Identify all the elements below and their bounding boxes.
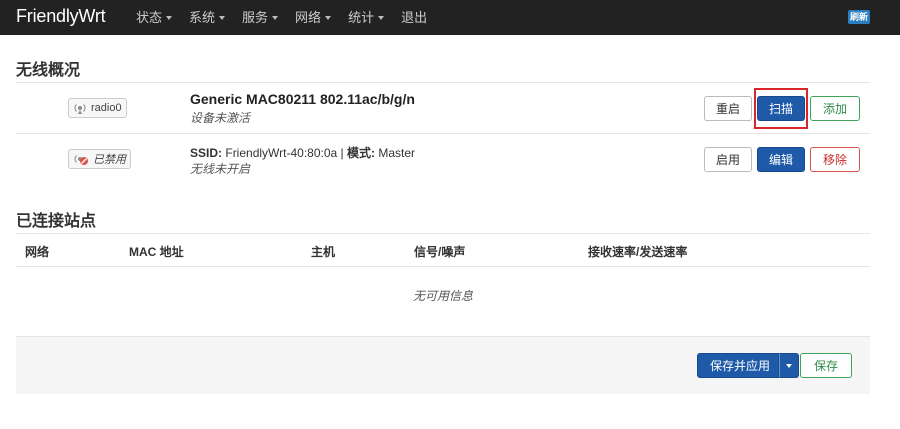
save-apply-dropdown-toggle[interactable] bbox=[779, 353, 800, 378]
divider bbox=[16, 82, 870, 83]
caret-down-icon bbox=[166, 15, 173, 20]
info-separator: | bbox=[340, 146, 344, 160]
nav-item-network[interactable]: 网络 bbox=[295, 0, 332, 35]
top-navbar: FriendlyWrt 状态 系统 服务 网络 统计 退出 刷新 bbox=[0, 0, 900, 35]
remove-button[interactable]: 移除 bbox=[810, 147, 860, 172]
ssid-value: FriendlyWrt-40:80:0a bbox=[225, 146, 338, 160]
network-device-badge: 已禁用 bbox=[68, 149, 131, 169]
add-button[interactable]: 添加 bbox=[810, 96, 860, 121]
nav-label: 网络 bbox=[295, 10, 322, 25]
col-rx-tx-rate: 接收速率/发送速率 bbox=[588, 245, 688, 259]
network-badge-label: 已禁用 bbox=[93, 154, 126, 166]
refresh-badge[interactable]: 刷新 bbox=[848, 10, 870, 24]
caret-down-icon bbox=[272, 15, 279, 20]
caret-down-icon bbox=[378, 15, 385, 20]
col-signal-noise: 信号/噪声 bbox=[414, 245, 466, 259]
nav-label: 统计 bbox=[348, 10, 375, 25]
save-button[interactable]: 保存 bbox=[800, 353, 852, 378]
col-network: 网络 bbox=[25, 245, 50, 259]
no-info-message: 无可用信息 bbox=[412, 289, 473, 303]
caret-down-icon bbox=[786, 363, 793, 368]
nav-label: 状态 bbox=[136, 10, 163, 25]
nav-label: 服务 bbox=[242, 10, 269, 25]
restart-button[interactable]: 重启 bbox=[704, 96, 752, 121]
col-mac-address: MAC 地址 bbox=[129, 245, 184, 259]
associated-stations-heading: 已连接站点 bbox=[16, 213, 97, 230]
save-apply-split-button: 保存并应用 bbox=[697, 353, 800, 378]
nav-item-statistics[interactable]: 统计 bbox=[348, 0, 385, 35]
divider bbox=[16, 133, 870, 134]
mode-label: 模式: bbox=[347, 146, 375, 160]
radio-status: 设备未激活 bbox=[190, 111, 251, 125]
stations-table-header: 网络 MAC 地址 主机 信号/噪声 接收速率/发送速率 bbox=[16, 233, 870, 267]
nav-item-status[interactable]: 状态 bbox=[136, 0, 173, 35]
caret-down-icon bbox=[219, 15, 226, 20]
radio-badge-label: radio0 bbox=[91, 102, 122, 114]
mode-value: Master bbox=[378, 146, 416, 160]
save-apply-button[interactable]: 保存并应用 bbox=[697, 353, 780, 378]
nav-item-system[interactable]: 系统 bbox=[189, 0, 226, 35]
nav-label: 退出 bbox=[401, 10, 428, 25]
radio-device-badge: radio0 bbox=[68, 98, 127, 118]
main-nav: 状态 系统 服务 网络 统计 退出 bbox=[136, 0, 444, 35]
scan-button-highlight bbox=[754, 88, 808, 129]
nav-label: 系统 bbox=[189, 10, 216, 25]
nav-item-services[interactable]: 服务 bbox=[242, 0, 279, 35]
nav-item-logout[interactable]: 退出 bbox=[401, 0, 427, 35]
network-info: SSID: FriendlyWrt-40:80:0a | 模式: Master bbox=[190, 144, 415, 161]
wifi-disabled-icon bbox=[74, 155, 88, 165]
radio-title: Generic MAC80211 802.11ac/b/g/n bbox=[190, 91, 415, 107]
col-host: 主机 bbox=[311, 245, 336, 259]
enable-button[interactable]: 启用 bbox=[704, 147, 752, 172]
form-actions: 保存并应用 保存 bbox=[16, 336, 870, 394]
network-status: 无线未开启 bbox=[190, 162, 251, 176]
brand-logo[interactable]: FriendlyWrt bbox=[16, 6, 106, 27]
ssid-label: SSID: bbox=[190, 146, 223, 160]
caret-down-icon bbox=[325, 15, 332, 20]
edit-button[interactable]: 编辑 bbox=[757, 147, 805, 172]
wifi-radio-icon bbox=[74, 104, 86, 114]
wireless-overview-heading: 无线概况 bbox=[16, 62, 81, 79]
